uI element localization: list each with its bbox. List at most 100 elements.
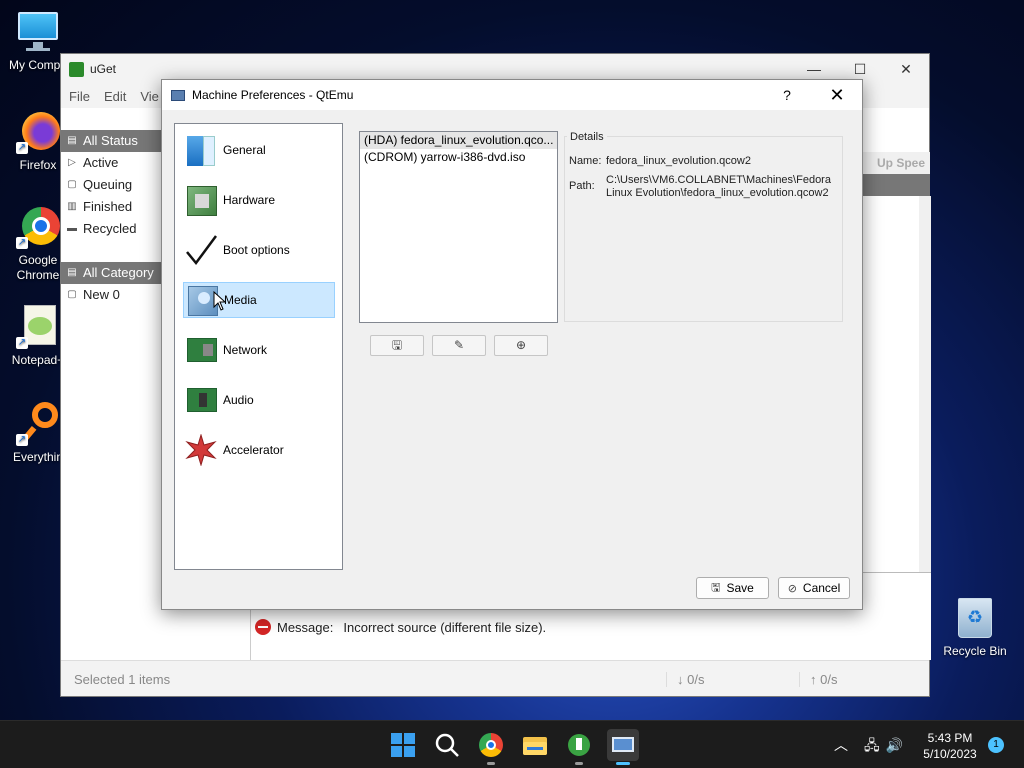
status-item-label: Active xyxy=(83,155,119,170)
help-button[interactable]: ? xyxy=(772,80,802,110)
clock-time: 5:43 PM xyxy=(927,731,973,745)
floppy-icon: 🖫 xyxy=(711,581,721,594)
notification-badge[interactable]: 1 xyxy=(988,737,1004,753)
running-indicator xyxy=(575,762,583,765)
hardware-icon xyxy=(185,184,217,216)
audio-card-icon xyxy=(185,384,217,416)
cancel-label: Cancel xyxy=(802,581,841,595)
category-network[interactable]: Network xyxy=(183,332,335,368)
status-item-label: Finished xyxy=(83,199,133,214)
document-icon: ▢ xyxy=(67,179,77,190)
save-button[interactable]: 🖫 Save xyxy=(696,577,769,599)
remove-media-button[interactable]: ⊕ xyxy=(494,335,548,356)
menu-view[interactable]: Vie xyxy=(140,89,159,104)
network-volume-icons[interactable]: 🖧🔊 xyxy=(864,735,909,759)
dialog-titlebar[interactable]: Machine Preferences - QtEmu ? ✕ xyxy=(162,80,862,110)
edit-media-button[interactable]: ✎ xyxy=(432,335,486,356)
save-media-button[interactable]: 🖫 xyxy=(370,335,424,356)
message-text: Incorrect source (different file size). xyxy=(343,619,547,635)
floppy-icon: 🖫 xyxy=(391,338,403,352)
general-icon xyxy=(185,134,217,166)
running-indicator xyxy=(487,762,495,765)
menu-edit[interactable]: Edit xyxy=(104,89,126,104)
category-general[interactable]: General xyxy=(183,132,335,168)
close-button[interactable]: ✕ xyxy=(883,54,929,84)
category-label: Network xyxy=(223,343,268,357)
download-speed: ↓ 0/s xyxy=(666,672,704,687)
shortcut-arrow-icon: ↗ xyxy=(16,237,28,249)
name-value: fedora_linux_evolution.qcow2 xyxy=(606,155,751,167)
shortcut-arrow-icon: ↗ xyxy=(16,142,28,154)
category-audio[interactable]: Audio xyxy=(183,382,335,418)
file-explorer-icon[interactable] xyxy=(519,729,551,761)
checkmark-icon xyxy=(185,234,218,266)
column-header-up-speed[interactable]: Up Spee xyxy=(861,152,930,174)
category-label: Boot options xyxy=(223,243,290,257)
edit-icon: ✎ xyxy=(453,338,465,352)
status-item-label: Queuing xyxy=(83,177,133,192)
selected-download-row[interactable] xyxy=(861,174,930,196)
category-media[interactable]: Media xyxy=(183,282,335,318)
category-label: Audio xyxy=(223,393,254,407)
document-icon: ▢ xyxy=(67,289,77,300)
accelerator-icon xyxy=(185,433,217,467)
media-item-hda[interactable]: (HDA) fedora_linux_evolution.qco... xyxy=(360,132,557,149)
play-icon: ▷ xyxy=(68,157,76,168)
name-label: Name: xyxy=(569,155,602,167)
network-card-icon xyxy=(185,334,217,366)
uget-title: uGet xyxy=(90,62,117,76)
monitor-icon xyxy=(16,10,60,54)
category-label: Accelerator xyxy=(223,443,284,457)
desktop-icon-recycle-bin[interactable]: Recycle Bin xyxy=(940,598,1010,658)
media-item-cdrom[interactable]: (CDROM) yarrow-i386-dvd.iso xyxy=(360,149,557,166)
qtemu-icon[interactable] xyxy=(607,729,639,765)
shortcut-arrow-icon: ↗ xyxy=(16,434,28,446)
list-icon: ▤ xyxy=(67,267,77,278)
category-boot-options[interactable]: Boot options xyxy=(183,232,335,268)
status-item-label: Recycled xyxy=(83,221,137,236)
finished-icon: ▥ xyxy=(67,201,77,212)
category-list: General Hardware Boot options Media Netw… xyxy=(174,123,343,570)
category-label: General xyxy=(223,143,266,157)
details-group: Details Name: fedora_linux_evolution.qco… xyxy=(564,131,843,322)
clock[interactable]: 5:43 PM 5/10/2023 xyxy=(920,730,980,762)
clock-date: 5/10/2023 xyxy=(923,747,977,761)
dialog-close-button[interactable]: ✕ xyxy=(822,80,852,110)
category-accelerator[interactable]: Accelerator xyxy=(183,432,335,468)
taskbar: ︿ 🖧🔊 5:43 PM 5/10/2023 1 xyxy=(0,720,1024,768)
category-item-label: All Category xyxy=(83,265,154,280)
cancel-icon: ⊘ xyxy=(787,582,797,595)
menu-file[interactable]: File xyxy=(69,89,90,104)
list-icon: ▤ xyxy=(67,135,77,146)
cancel-button[interactable]: ⊘ Cancel xyxy=(778,577,850,599)
vertical-scrollbar[interactable] xyxy=(919,196,931,572)
path-value: C:\Users\VM6.COLLABNET\Machines\Fedora L… xyxy=(606,174,831,199)
desktop-icon-label: Recycle Bin xyxy=(943,644,1007,658)
uget-app-icon xyxy=(69,61,84,77)
uget-icon[interactable] xyxy=(563,729,595,765)
chrome-icon[interactable] xyxy=(475,729,507,765)
notepadpp-icon: ↗ xyxy=(16,305,60,349)
chevron-up-icon[interactable]: ︿ xyxy=(834,735,848,755)
message-row: Message: Incorrect source (different fil… xyxy=(255,619,546,635)
recycle-bin-icon xyxy=(958,598,992,638)
media-list[interactable]: (HDA) fedora_linux_evolution.qco... (CDR… xyxy=(359,131,558,323)
start-icon[interactable] xyxy=(387,729,419,761)
chrome-icon: ↗ xyxy=(16,205,60,249)
uget-statusbar: Selected 1 items ↓ 0/s ↑ 0/s xyxy=(61,660,929,696)
dialog-title: Machine Preferences - QtEmu xyxy=(192,88,354,102)
machine-preferences-dialog[interactable]: Machine Preferences - QtEmu ? ✕ General … xyxy=(161,79,863,610)
error-icon xyxy=(255,619,271,635)
category-hardware[interactable]: Hardware xyxy=(183,182,335,218)
shortcut-arrow-icon: ↗ xyxy=(16,337,28,349)
magnifier-icon: ↗ xyxy=(16,402,60,446)
category-label: Hardware xyxy=(223,193,276,207)
globe-icon: ⊕ xyxy=(515,338,527,352)
message-label: Message: xyxy=(277,619,334,635)
search-icon[interactable] xyxy=(431,729,463,761)
upload-speed: ↑ 0/s xyxy=(799,672,837,687)
save-label: Save xyxy=(726,581,754,595)
running-indicator xyxy=(616,762,630,765)
status-item-label: All Status xyxy=(83,133,138,148)
qtemu-app-icon xyxy=(171,89,185,101)
